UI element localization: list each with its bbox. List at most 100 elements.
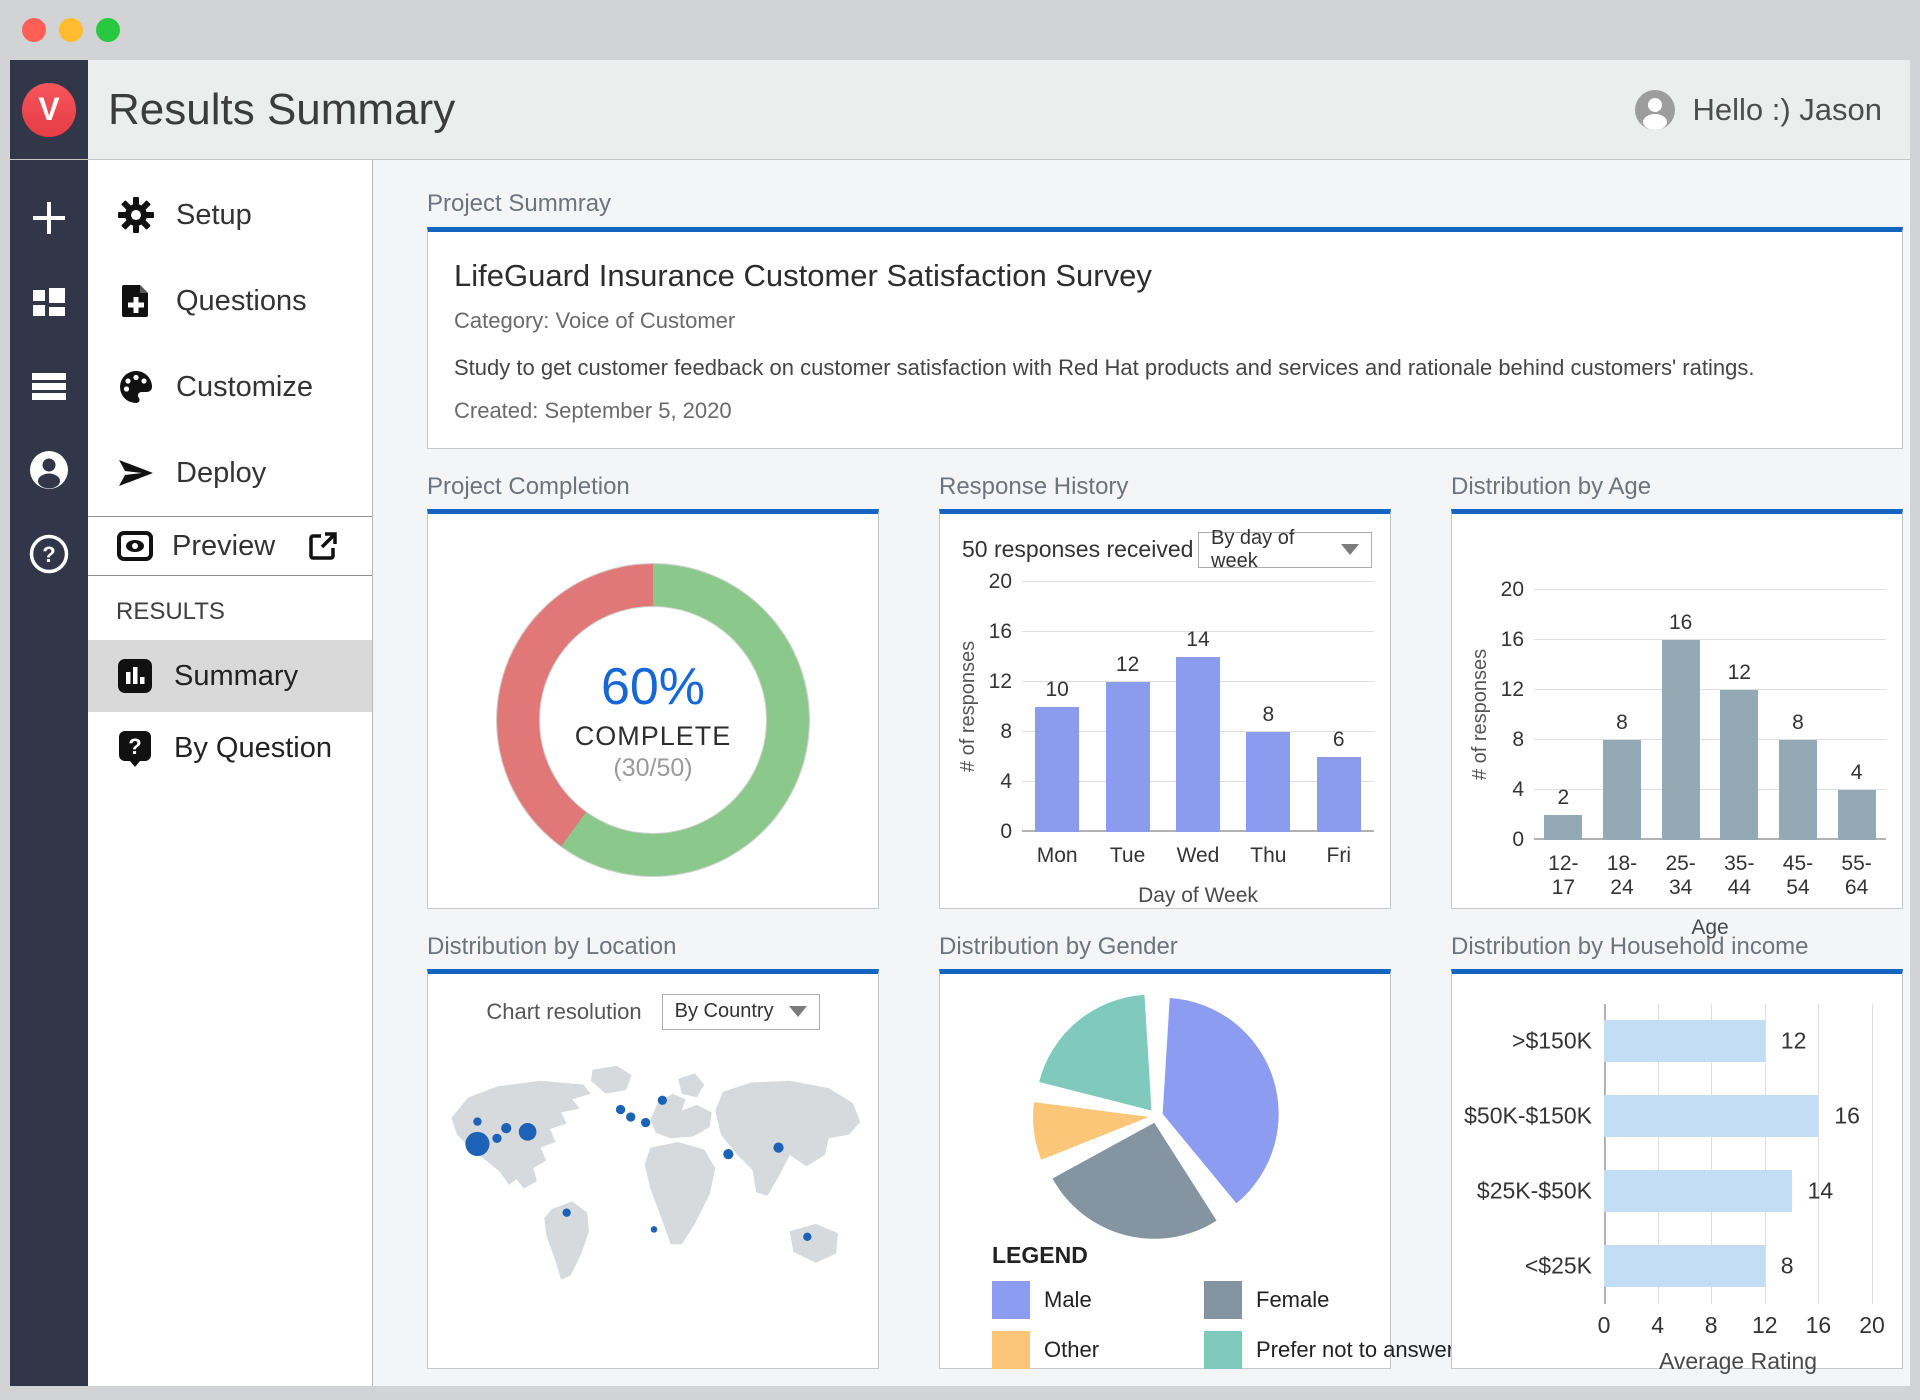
help-icon[interactable]: ?: [25, 530, 73, 578]
response-history-section: Response History 50 responses received B…: [939, 473, 1391, 909]
legend-label: Other: [1044, 1337, 1099, 1363]
sidebar-item-label: Questions: [176, 285, 307, 318]
menu-icon[interactable]: [25, 362, 73, 410]
sidebar-item-label: Customize: [176, 371, 313, 404]
gridline: [1872, 1004, 1873, 1304]
bar: [1106, 682, 1150, 832]
bar: [1603, 740, 1641, 840]
logo-cell: V: [10, 60, 88, 159]
distribution-by-gender-card: LEGEND MaleFemaleOtherPrefer not to answ…: [939, 969, 1391, 1369]
x-tick-label: 12: [1752, 1312, 1778, 1339]
distribution-by-gender-section: Distribution by Gender LEGEND MaleFemale…: [939, 933, 1391, 1369]
bar: [1176, 657, 1220, 832]
x-tick-label: 0: [1598, 1312, 1611, 1339]
sidebar-item-preview[interactable]: Preview: [88, 516, 372, 576]
map-location-dot: [501, 1123, 511, 1133]
x-tick-label: Wed: [1169, 844, 1227, 868]
sidebar-item-summary[interactable]: Summary: [88, 640, 372, 712]
user-greeting: Hello :) Jason: [1692, 92, 1882, 128]
y-tick-label: 20: [989, 570, 1012, 594]
x-tick-label: 8: [1705, 1312, 1718, 1339]
svg-text:?: ?: [128, 734, 141, 759]
add-icon[interactable]: [25, 194, 73, 242]
chart-title: Distribution by Age: [1451, 473, 1903, 501]
app-header: V Results Summary Hello :) Jason: [10, 60, 1910, 160]
bar: [1035, 707, 1079, 832]
survey-category: Category: Voice of Customer: [454, 308, 1872, 334]
y-tick-label: 8: [1000, 720, 1012, 744]
palette-icon: [116, 367, 156, 407]
gridline: [1765, 1004, 1766, 1304]
completion-label: COMPLETE: [575, 721, 732, 752]
x-tick-label: 4: [1651, 1312, 1664, 1339]
bar: [1604, 1245, 1765, 1287]
bar-value-label: 12: [1116, 653, 1139, 677]
pie-slice-prefer-not-to-answer: [1039, 995, 1151, 1111]
x-tick-label: 45-54: [1773, 852, 1823, 900]
map-location-dot: [465, 1132, 489, 1156]
bar: [1662, 640, 1700, 840]
completion-donut-chart: 60% COMPLETE (30/50): [497, 564, 809, 876]
bar-value-label: 8: [1263, 703, 1275, 727]
y-tick-label: 12: [989, 670, 1012, 694]
map-location-dot: [658, 1095, 667, 1104]
category-label: >$150K: [1512, 1028, 1592, 1055]
sidebar-item-questions[interactable]: Questions: [88, 258, 372, 344]
legend-swatch: [992, 1281, 1030, 1319]
sidebar-item-label: Setup: [176, 199, 252, 232]
sidebar-item-setup[interactable]: Setup: [88, 172, 372, 258]
svg-text:?: ?: [42, 542, 55, 567]
distribution-by-income-card: >$150K$50K-$150K$25K-$50K<$25K1216148048…: [1451, 969, 1903, 1369]
close-button[interactable]: [22, 18, 46, 42]
y-tick-label: 16: [989, 620, 1012, 644]
preview-eye-icon: [116, 527, 154, 565]
sidebar-item-customize[interactable]: Customize: [88, 344, 372, 430]
distribution-by-income-section: Distribution by Household income >$150K$…: [1451, 933, 1903, 1369]
day-of-week-dropdown[interactable]: By day of week: [1198, 532, 1372, 568]
sidebar-item-label: Deploy: [176, 457, 266, 490]
bar-value-label: 8: [1792, 711, 1804, 735]
bar-value-label: 2: [1557, 786, 1569, 810]
sidebar-item-deploy[interactable]: Deploy: [88, 430, 372, 516]
legend-title: LEGEND: [992, 1242, 1374, 1269]
bar-value-label: 10: [1046, 678, 1069, 702]
x-axis-label: Average Rating: [1604, 1348, 1872, 1375]
zoom-button[interactable]: [96, 18, 120, 42]
map-location-dot: [723, 1149, 733, 1159]
y-tick-label: 4: [1000, 770, 1012, 794]
y-tick-label: 16: [1501, 628, 1524, 652]
app-window: V Results Summary Hello :) Jason: [10, 60, 1910, 1386]
sidebar-item-label: Summary: [174, 660, 298, 693]
bar: [1246, 732, 1290, 832]
bar-value-label: 4: [1851, 761, 1863, 785]
account-icon[interactable]: [25, 446, 73, 494]
chevron-down-icon: [1341, 544, 1359, 555]
y-tick-label: 4: [1512, 778, 1524, 802]
sidebar-menu: Setup Questions Customize: [88, 160, 373, 1386]
sidebar-item-by-question[interactable]: ? By Question: [88, 712, 372, 784]
y-tick-label: 12: [1501, 678, 1524, 702]
project-completion-section: Project Completion 60% COMPLETE (30/50): [427, 473, 879, 909]
project-summary-section-title: Project Summray: [427, 190, 1880, 218]
x-tick-label: Mon: [1028, 844, 1086, 868]
avatar[interactable]: [1634, 89, 1676, 131]
window-titlebar: [0, 0, 1920, 60]
map-location-dot: [562, 1208, 570, 1216]
map-location-dot: [641, 1118, 650, 1127]
sidebar-item-label: By Question: [174, 732, 332, 765]
legend-item: Other: [992, 1331, 1204, 1369]
x-tick-label: 18-24: [1597, 852, 1647, 900]
map-location-dot: [492, 1134, 501, 1143]
bar-value-label: 12: [1728, 661, 1751, 685]
minimize-button[interactable]: [59, 18, 83, 42]
dashboard-icon[interactable]: [25, 278, 73, 326]
map-resolution-dropdown[interactable]: By Country: [662, 994, 820, 1030]
app-logo[interactable]: V: [22, 83, 76, 137]
bar: [1779, 740, 1817, 840]
bar-value-label: 16: [1834, 1103, 1860, 1130]
chart-title: Response History: [939, 473, 1391, 501]
project-summary-card: LifeGuard Insurance Customer Satisfactio…: [427, 227, 1903, 449]
bar-chart-icon: [116, 657, 154, 695]
survey-description: Study to get customer feedback on custom…: [454, 352, 1826, 384]
income-distribution-chart: >$150K$50K-$150K$25K-$50K<$25K1216148048…: [1468, 1004, 1886, 1375]
